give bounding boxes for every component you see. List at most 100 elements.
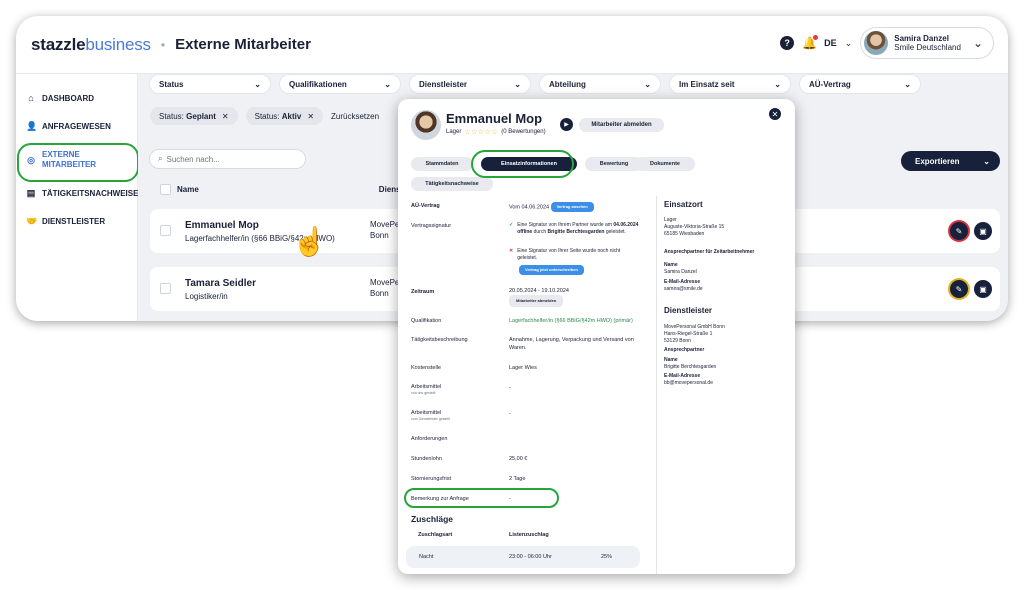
edit-document-icon[interactable]: ✎ — [950, 280, 968, 298]
provider-city: Bonn — [370, 231, 389, 240]
cancellation-label: Stornierungsfrist — [411, 476, 452, 482]
surcharge-percent: 25% — [601, 554, 613, 560]
row-name[interactable]: Emmanuel Mop — [185, 220, 259, 231]
deregister-employee-button[interactable]: Mitarbeiter abmelden — [579, 118, 664, 132]
language-selector[interactable]: DE — [824, 38, 837, 48]
user-plus-icon: 👤 — [26, 121, 38, 131]
edit-document-icon[interactable]: ✎ — [950, 222, 968, 240]
employee-detail-modal: Emmanuel Mop Lager ☆☆☆☆☆ (0 Bewertungen)… — [398, 99, 795, 574]
logo[interactable]: stazzlebusiness — [31, 35, 151, 55]
close-icon[interactable]: ✕ — [222, 112, 229, 121]
star-rating-icon: ☆☆☆☆☆ — [464, 129, 499, 136]
surcharge-time: 23:00 - 06:00 Uhr — [509, 554, 552, 560]
filter-aue-vertrag[interactable]: AÜ-Vertrag ⌄ — [800, 75, 920, 93]
handshake-icon: 🤝 — [26, 216, 38, 226]
tools-provider-value: - — [509, 411, 511, 417]
einsatzort-title: Einsatzort — [664, 200, 703, 209]
sig-text: durch — [533, 229, 547, 235]
export-button[interactable]: Exportieren ⌄ — [901, 151, 1000, 171]
chip-value: Aktiv — [281, 111, 302, 121]
sidebar-item-dashboard[interactable]: ⌂ DASHBOARD — [26, 93, 94, 103]
sidebar-item-taetigkeitsnachweise[interactable]: ▤ TÄTIGKEITSNACHWEISE — [26, 188, 139, 199]
bell-icon[interactable]: 🔔 — [802, 35, 819, 50]
search-placeholder: Suchen nach... — [166, 154, 220, 164]
chevron-down-icon[interactable]: ⌄ — [845, 38, 853, 49]
filter-label: Dienstleister — [419, 79, 468, 89]
select-all-checkbox[interactable] — [160, 184, 171, 195]
filter-im-einsatz-seit[interactable]: Im Einsatz seit ⌄ — [670, 75, 790, 93]
provider-title: Dienstleister — [664, 306, 713, 315]
play-icon[interactable]: ▶ — [560, 118, 573, 131]
close-icon[interactable]: ✕ — [307, 112, 314, 121]
period-value: 20.05.2024 - 19.10.2024 Mitarbeiter abme… — [509, 287, 639, 307]
briefcase-icon[interactable]: ▣ — [974, 280, 992, 298]
tools-own-label: Arbeitsmittel von uns gestellt — [411, 384, 441, 395]
col-list-surcharge: Listenzuschlag — [509, 532, 549, 538]
filter-label: Status — [159, 79, 184, 89]
sidebar-item-anfragewesen[interactable]: 👤 ANFRAGEWESEN — [26, 121, 111, 132]
chip-status-aktiv[interactable]: Status: Aktiv ✕ — [245, 107, 324, 125]
close-icon[interactable]: ✕ — [769, 108, 781, 120]
contact-email[interactable]: samira@smile.de — [664, 286, 754, 293]
filter-bar: Status ⌄ Qualifikationen ⌄ Dienstleister ⌄ … — [150, 75, 920, 93]
name-label: Name — [664, 262, 678, 268]
provider-name: MovePe — [370, 220, 400, 229]
export-label: Exportieren — [915, 156, 960, 166]
filter-label: AÜ-Vertrag — [809, 79, 851, 89]
tab-dokumente[interactable]: Dokumente — [635, 157, 695, 171]
reset-filters-link[interactable]: Zurücksetzen — [331, 112, 379, 121]
sign-contract-button[interactable]: Vertrag jetzt unterschreiben — [519, 265, 584, 275]
briefcase-icon[interactable]: ▣ — [974, 222, 992, 240]
search-input[interactable]: ⌕ Suchen nach... — [150, 150, 305, 168]
period-label: Zeitraum — [411, 289, 435, 295]
notification-dot — [813, 35, 819, 40]
filter-dienstleister[interactable]: Dienstleister ⌄ — [410, 75, 530, 93]
surcharges-title: Zuschläge — [411, 514, 454, 524]
filter-abteilung[interactable]: Abteilung ⌄ — [540, 75, 660, 93]
chip-key: Status: — [159, 111, 184, 121]
provider-name: MovePe — [370, 278, 400, 287]
table-header: Name Dienstl — [150, 184, 405, 195]
filter-status[interactable]: Status ⌄ — [150, 75, 270, 93]
chevron-down-icon[interactable]: ⌄ — [973, 36, 983, 50]
chip-value: Geplant — [186, 111, 216, 121]
employee-department: Lager — [446, 129, 462, 135]
provider-company: MovePersonal GmbH Bonn — [664, 324, 725, 330]
row-checkbox[interactable] — [160, 283, 171, 294]
tab-stammdaten[interactable]: Stammdaten — [411, 157, 473, 171]
tab-taetigkeitsnachweise[interactable]: Tätigkeitsnachweise — [411, 177, 493, 191]
chevron-down-icon: ⌄ — [254, 79, 261, 89]
top-bar: stazzlebusiness • Externe Mitarbeiter ? … — [16, 16, 1008, 74]
provider-contact-email[interactable]: bb@movepersonal.de — [664, 380, 725, 387]
tools-sub-text: vom Dienstleister gestellt — [411, 417, 450, 421]
sidebar-item-dienstleister[interactable]: 🤝 DIENSTLEISTER — [26, 216, 105, 227]
row-checkbox[interactable] — [160, 225, 171, 236]
sidebar: ⌂ DASHBOARD 👤 ANFRAGEWESEN ◎ EXTERNE MIT… — [16, 74, 138, 321]
task-label: Tätigkeitsbeschreibung — [411, 337, 468, 343]
page-title: Externe Mitarbeiter — [175, 36, 311, 53]
contact-title: Ansprechpartner für Zeitarbeitnehmer — [664, 249, 755, 255]
chevron-down-icon: ⌄ — [384, 79, 391, 89]
tools-own-value: - — [509, 385, 511, 391]
help-icon[interactable]: ? — [780, 36, 795, 50]
signature-text-own: Eine Signatur von Ihrer Seite wurde noch… — [517, 248, 621, 261]
user-menu[interactable]: Samira Danzel Smile Deutschland ⌄ — [860, 27, 994, 59]
chevron-down-icon: ⌄ — [514, 79, 521, 89]
sig-text: geleistet. — [605, 229, 626, 235]
email-label: E-Mail-Adresse — [664, 373, 701, 379]
employee-name: Emmanuel Mop — [446, 111, 543, 126]
provider-contact-name: Brigitte Berchtesgarden — [664, 364, 717, 370]
highlight-ring — [17, 143, 139, 182]
chip-status-geplant[interactable]: Status: Geplant ✕ — [150, 107, 238, 125]
chevron-down-icon: ⌄ — [983, 156, 990, 166]
deregister-employee-button[interactable]: Mitarbeiter abmelden — [509, 295, 564, 307]
title-separator: • — [160, 37, 166, 52]
column-divider — [656, 196, 657, 574]
filter-label: Qualifikationen — [289, 79, 347, 89]
row-name[interactable]: Tamara Seidler — [185, 278, 256, 289]
name-label: Name — [664, 357, 678, 363]
signature-status-own: ✕ Eine Signatur von Ihrer Seite wurde no… — [509, 248, 639, 262]
view-contract-button[interactable]: Vertrag ansehen — [550, 202, 594, 212]
filter-qualifikationen[interactable]: Qualifikationen ⌄ — [280, 75, 400, 93]
sig-text: Eine Signatur von Ihrem Partner wurde am — [517, 222, 612, 228]
